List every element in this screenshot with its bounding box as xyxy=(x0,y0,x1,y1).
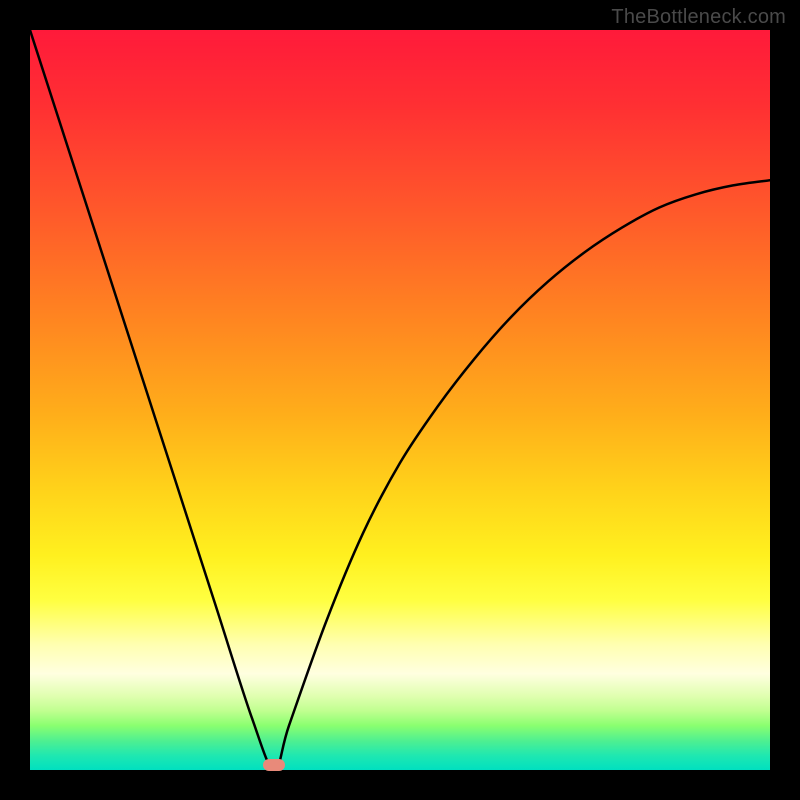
plot-area xyxy=(30,30,770,770)
curve-path xyxy=(30,30,770,770)
watermark-text: TheBottleneck.com xyxy=(611,6,786,29)
minimum-marker xyxy=(263,759,285,771)
chart-frame: TheBottleneck.com xyxy=(0,0,800,800)
bottleneck-curve xyxy=(30,30,770,770)
